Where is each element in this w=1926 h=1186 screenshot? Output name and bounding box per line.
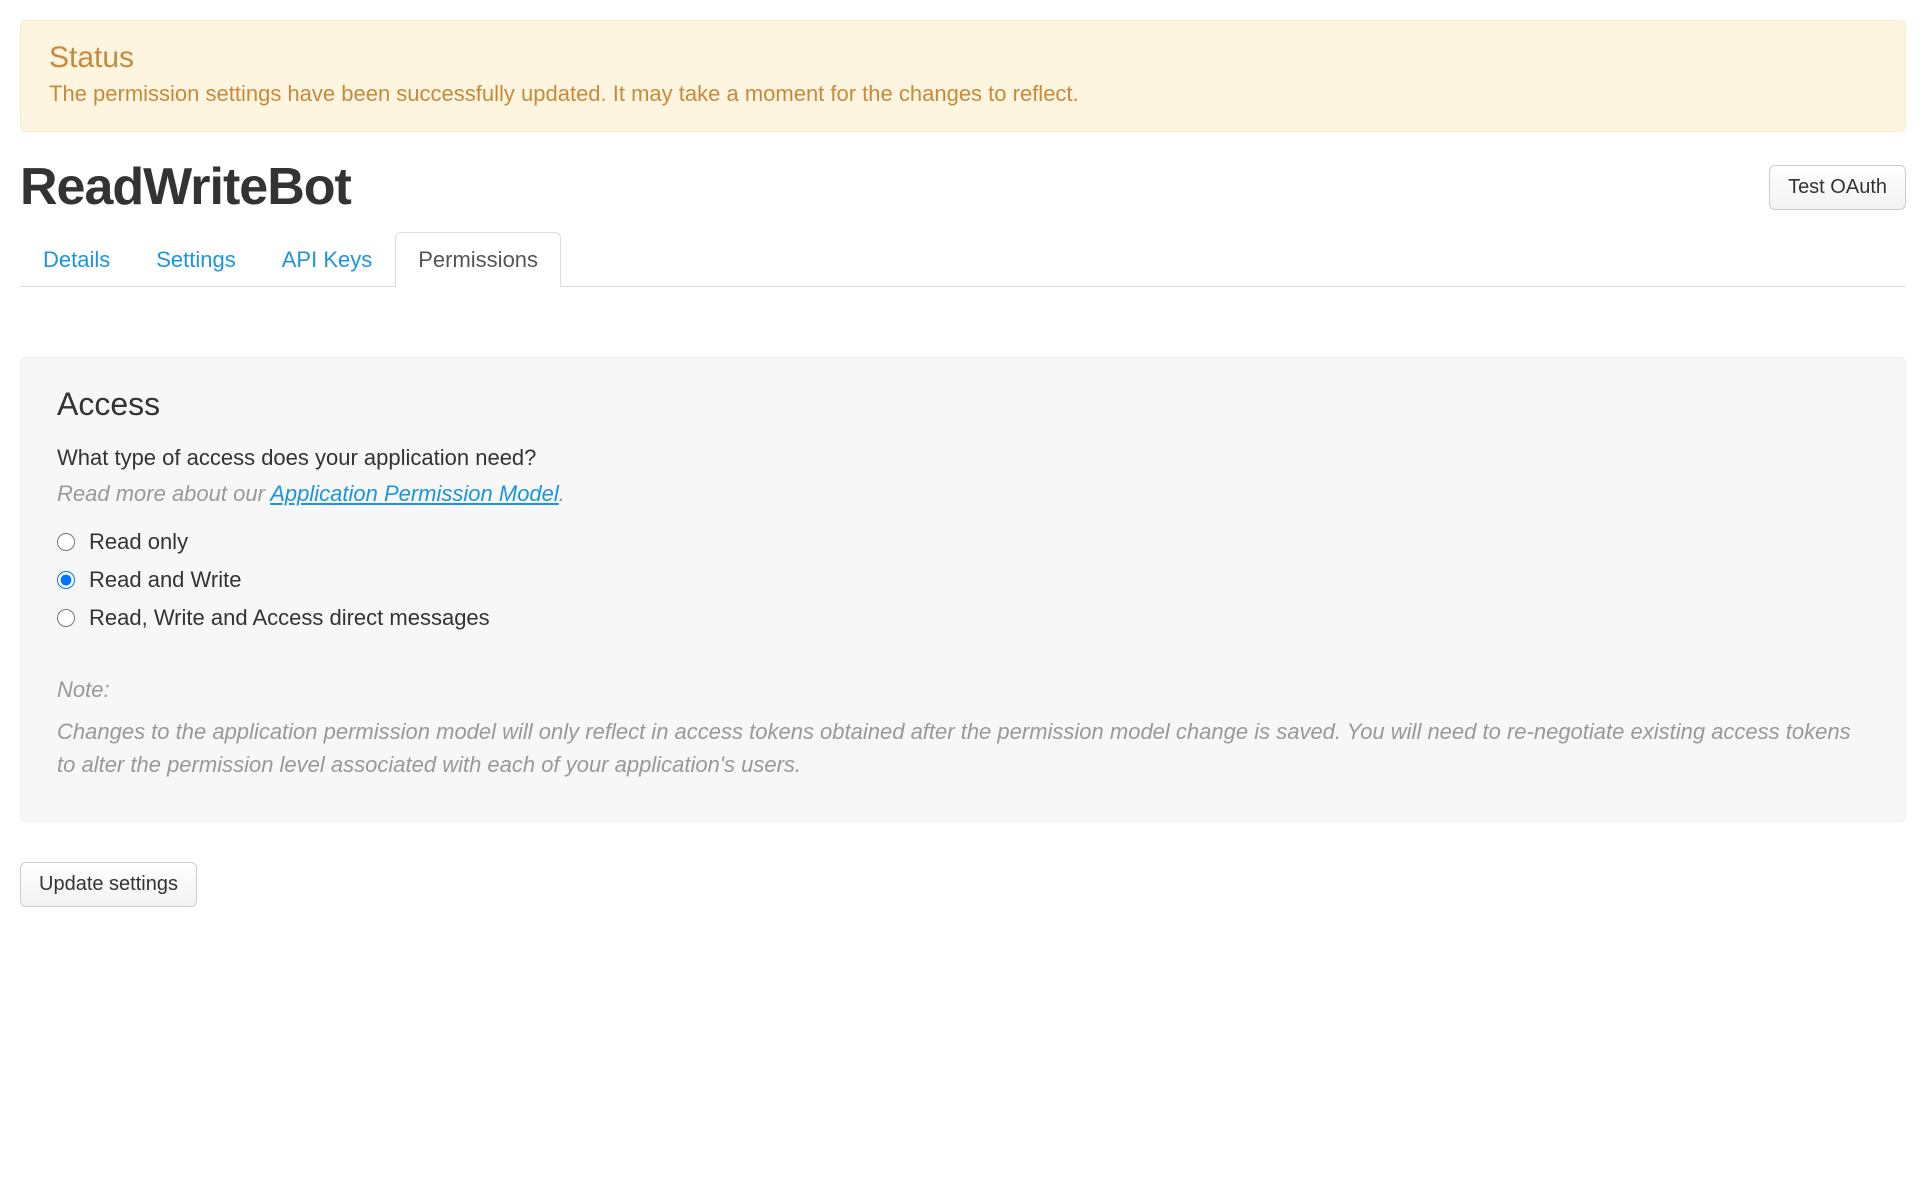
update-settings-button[interactable]: Update settings (20, 862, 197, 907)
access-hint-suffix: . (559, 481, 565, 506)
status-message: The permission settings have been succes… (49, 81, 1877, 107)
radio-read-write-dm[interactable] (57, 609, 75, 627)
tab-settings[interactable]: Settings (133, 232, 259, 287)
note-block: Note: Changes to the application permiss… (57, 677, 1869, 781)
page-header: ReadWriteBot Test OAuth (20, 157, 1906, 217)
radio-row-read-write[interactable]: Read and Write (57, 561, 1869, 599)
access-panel: Access What type of access does your app… (20, 357, 1906, 822)
app-title: ReadWriteBot (20, 157, 351, 217)
tab-details[interactable]: Details (20, 232, 133, 287)
radio-row-read-write-dm[interactable]: Read, Write and Access direct messages (57, 599, 1869, 637)
note-text: Changes to the application permission mo… (57, 715, 1869, 781)
permission-model-link[interactable]: Application Permission Model (270, 481, 559, 506)
status-title: Status (49, 41, 1877, 75)
access-radio-group: Read only Read and Write Read, Write and… (57, 523, 1869, 637)
note-label: Note: (57, 677, 1869, 703)
access-hint-prefix: Read more about our (57, 481, 270, 506)
radio-label-read-only[interactable]: Read only (89, 529, 188, 555)
footer-actions: Update settings (20, 862, 1906, 907)
tab-list: Details Settings API Keys Permissions (20, 232, 1906, 287)
access-hint: Read more about our Application Permissi… (57, 481, 1869, 507)
tab-permissions[interactable]: Permissions (395, 232, 561, 287)
radio-label-read-write-dm[interactable]: Read, Write and Access direct messages (89, 605, 490, 631)
access-heading: Access (57, 386, 1869, 423)
radio-row-read-only[interactable]: Read only (57, 523, 1869, 561)
radio-read-write[interactable] (57, 571, 75, 589)
tab-api-keys[interactable]: API Keys (259, 232, 395, 287)
access-question: What type of access does your applicatio… (57, 445, 1869, 471)
radio-read-only[interactable] (57, 533, 75, 551)
test-oauth-button[interactable]: Test OAuth (1769, 165, 1906, 210)
radio-label-read-write[interactable]: Read and Write (89, 567, 241, 593)
status-banner: Status The permission settings have been… (20, 20, 1906, 132)
